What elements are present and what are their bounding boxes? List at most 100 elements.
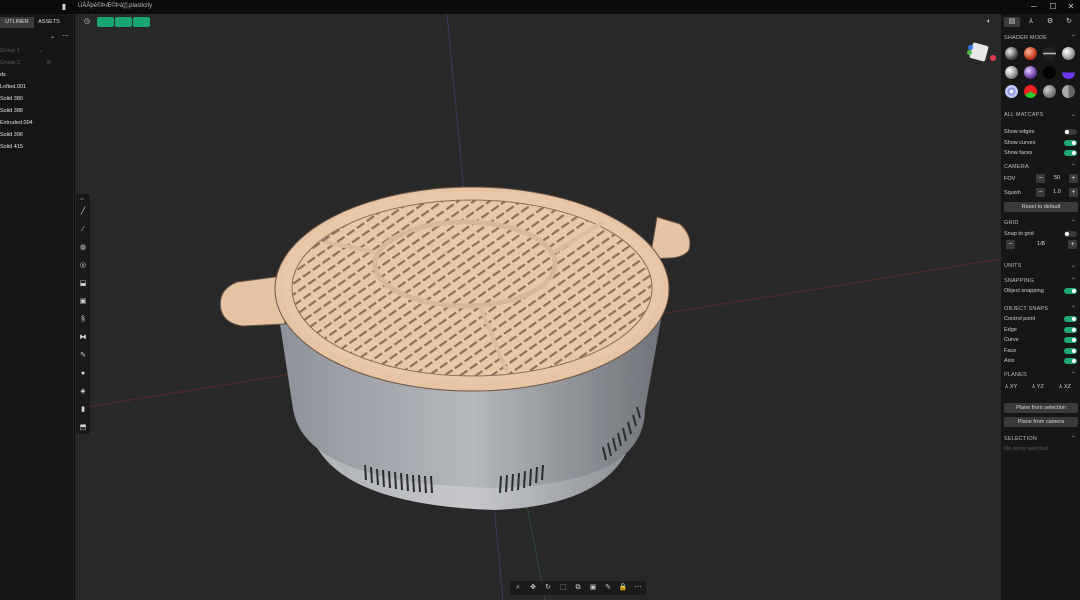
show-curves-toggle[interactable] bbox=[1064, 140, 1077, 146]
outliner-group[interactable]: Group 2 bbox=[0, 60, 20, 66]
tab-assets[interactable]: ASSETS bbox=[34, 17, 64, 28]
more-icon[interactable]: ⋯ bbox=[633, 583, 643, 593]
clock-icon[interactable]: ◷ bbox=[80, 17, 94, 27]
matcap-swatch[interactable] bbox=[1043, 85, 1056, 98]
lock-icon[interactable]: 🔒 bbox=[618, 583, 628, 593]
snap-to-grid-toggle[interactable] bbox=[1064, 231, 1077, 237]
sphere-tool-icon[interactable]: ● bbox=[79, 370, 87, 378]
squish-decrement-button[interactable]: − bbox=[1036, 188, 1045, 197]
chevron-up-icon[interactable]: ⌃ bbox=[1071, 371, 1076, 378]
outliner-item[interactable]: Solid 388 bbox=[0, 108, 23, 114]
solid-tool-icon[interactable]: ◈ bbox=[79, 388, 87, 396]
move-icon[interactable]: ✥ bbox=[528, 583, 538, 593]
grid-decrement-button[interactable]: − bbox=[1006, 240, 1015, 249]
tab-outliner[interactable]: UTLINER bbox=[0, 17, 34, 28]
view-grid-button[interactable] bbox=[133, 17, 150, 27]
units-title[interactable]: UNITS bbox=[1004, 263, 1022, 269]
chevron-up-icon[interactable]: ⌃ bbox=[1071, 219, 1076, 226]
mirror-tool-icon[interactable]: ⧓ bbox=[79, 334, 87, 342]
fov-increment-button[interactable]: + bbox=[1069, 174, 1078, 183]
all-matcaps-title[interactable]: ALL MATCAPS bbox=[1004, 112, 1044, 118]
grid-increment-button[interactable]: + bbox=[1068, 240, 1077, 249]
spiral-tool-icon[interactable]: § bbox=[79, 316, 87, 324]
sidebar-toggle-icon[interactable]: ▮ bbox=[60, 2, 68, 12]
outliner-group[interactable]: Group 1 bbox=[0, 48, 20, 54]
view-cube-gizmo[interactable] bbox=[965, 40, 996, 70]
plane-from-camera-button[interactable]: Plane from camera bbox=[1004, 417, 1078, 427]
chevron-up-icon[interactable]: ⌃ bbox=[1071, 163, 1076, 170]
plane-xy-button[interactable]: ⅄ XY bbox=[1005, 384, 1017, 390]
chevron-down-icon[interactable]: ⌄ bbox=[1071, 111, 1076, 118]
show-faces-toggle[interactable] bbox=[1064, 150, 1077, 156]
fov-decrement-button[interactable]: − bbox=[1036, 174, 1045, 183]
rotate-icon[interactable]: ↻ bbox=[543, 583, 553, 593]
refresh-icon[interactable]: ↻ bbox=[1061, 17, 1077, 27]
matcap-swatch[interactable] bbox=[1062, 85, 1075, 98]
more-icon[interactable]: ⋯ bbox=[62, 32, 69, 40]
search-icon[interactable]: ⌕ bbox=[513, 583, 523, 593]
matcap-swatch[interactable] bbox=[1024, 47, 1037, 60]
plane-xz-button[interactable]: ⅄ XZ bbox=[1059, 384, 1071, 390]
chevron-down-icon[interactable]: ⌄ bbox=[38, 47, 43, 54]
minimize-button[interactable]: ─ bbox=[1027, 2, 1041, 12]
frame-icon[interactable]: ▣ bbox=[588, 583, 598, 593]
cylinder-tool-icon[interactable]: ▮ bbox=[79, 406, 87, 414]
chevron-down-icon[interactable]: ⌄ bbox=[1071, 262, 1076, 269]
pen-tool-icon[interactable]: ✎ bbox=[79, 352, 87, 360]
matcap-swatch[interactable] bbox=[1024, 85, 1037, 98]
plane-from-selection-button[interactable]: Plane from selection bbox=[1004, 403, 1078, 413]
view-mode-button[interactable] bbox=[97, 17, 114, 27]
chevron-up-icon[interactable]: ⌃ bbox=[1071, 277, 1076, 284]
outliner-item[interactable]: Lofted.001 bbox=[0, 84, 26, 90]
gear-icon[interactable]: ⚙ bbox=[1042, 17, 1058, 27]
chevron-down-icon[interactable]: ⌄ bbox=[50, 33, 55, 40]
tab-viewport-settings[interactable]: ▤ bbox=[1004, 17, 1020, 27]
edit-icon[interactable]: ✎ bbox=[603, 583, 613, 593]
snap-axis-toggle[interactable] bbox=[1064, 358, 1077, 364]
outliner-item[interactable]: ds bbox=[0, 72, 6, 78]
grid-size-value[interactable]: 1/8 bbox=[1017, 240, 1065, 249]
hidden-icon[interactable]: ⊘ bbox=[46, 59, 51, 66]
close-button[interactable]: ✕ bbox=[1064, 2, 1078, 12]
snap-face-toggle[interactable] bbox=[1064, 348, 1077, 354]
box-select-icon[interactable]: ⬚ bbox=[558, 583, 568, 593]
reset-camera-button[interactable]: Reset to default bbox=[1004, 202, 1078, 212]
matcap-swatch[interactable] bbox=[1005, 85, 1018, 98]
plane-yz-button[interactable]: ⅄ YZ bbox=[1032, 384, 1044, 390]
extrude-tool-icon[interactable]: ⬒ bbox=[79, 424, 87, 432]
snap-control-point-toggle[interactable] bbox=[1064, 316, 1077, 322]
tab-snap-settings[interactable]: ⅄ bbox=[1023, 17, 1039, 27]
matcap-swatch[interactable] bbox=[1043, 66, 1056, 79]
box-tool-icon[interactable]: ⬓ bbox=[79, 280, 87, 288]
object-snapping-toggle[interactable] bbox=[1064, 288, 1077, 294]
show-edges-toggle[interactable] bbox=[1064, 129, 1077, 135]
copy-icon[interactable]: ⧉ bbox=[573, 583, 583, 593]
matcap-swatch[interactable] bbox=[1043, 47, 1056, 60]
view-cube-button[interactable] bbox=[115, 17, 132, 27]
chevron-up-icon[interactable]: ⌃ bbox=[1071, 305, 1076, 312]
matcap-swatch[interactable] bbox=[1062, 47, 1075, 60]
chevron-up-icon[interactable]: ⌃ bbox=[1071, 435, 1076, 442]
matcap-swatch[interactable] bbox=[1005, 47, 1018, 60]
line-tool-icon[interactable]: ╱ bbox=[79, 208, 87, 216]
polygon-tool-icon[interactable]: ◎ bbox=[79, 262, 87, 270]
snap-edge-toggle[interactable] bbox=[1064, 327, 1077, 333]
matcap-swatch[interactable] bbox=[1024, 66, 1037, 79]
theme-icon[interactable]: ◐ bbox=[981, 17, 997, 27]
rectangle-tool-icon[interactable]: ▣ bbox=[79, 298, 87, 306]
outliner-item[interactable]: Extruded.004 bbox=[0, 120, 33, 126]
matcap-swatch[interactable] bbox=[1005, 66, 1018, 79]
chevron-up-icon[interactable]: ⌃ bbox=[1071, 34, 1076, 41]
maximize-button[interactable]: ☐ bbox=[1046, 2, 1060, 12]
outliner-item[interactable]: Solid 396 bbox=[0, 132, 23, 138]
outliner-item[interactable]: Solid 380 bbox=[0, 96, 23, 102]
fov-value[interactable]: 50 bbox=[1047, 174, 1067, 183]
snap-curve-toggle[interactable] bbox=[1064, 337, 1077, 343]
squish-value[interactable]: 1.0 bbox=[1047, 188, 1067, 197]
curve-tool-icon[interactable]: ∕ bbox=[79, 226, 87, 234]
3d-viewport[interactable]: ◷ xx ╱ ∕ ◍ ◎ ⬓ ▣ § ⧓ ✎ ● ◈ ▮ ⬒ ⌕ ✥ ↻ ⬚ ⧉… bbox=[75, 14, 1001, 600]
circle-tool-icon[interactable]: ◍ bbox=[79, 244, 87, 252]
matcap-swatch[interactable] bbox=[1062, 66, 1075, 79]
outliner-item[interactable]: Solid 415 bbox=[0, 144, 23, 150]
squish-increment-button[interactable]: + bbox=[1069, 188, 1078, 197]
